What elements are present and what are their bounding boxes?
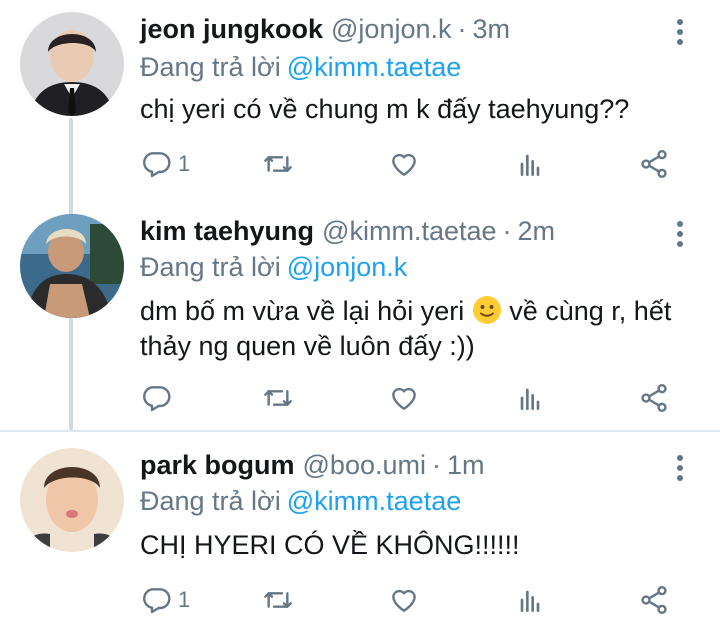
more-options-icon[interactable] xyxy=(670,218,690,250)
reply-icon xyxy=(143,588,171,614)
reply-icon xyxy=(143,152,171,178)
heart-icon xyxy=(392,589,416,612)
heart-icon xyxy=(392,153,416,176)
share-icon xyxy=(641,586,667,614)
retweet-button[interactable] xyxy=(262,380,294,416)
analytics-button[interactable] xyxy=(514,380,546,416)
mention-link[interactable]: @kimm.taetae xyxy=(287,52,461,82)
mention-link[interactable]: @kimm.taetae xyxy=(287,486,461,516)
replying-to: Đang trả lời @kimm.taetae xyxy=(140,52,461,83)
action-bar xyxy=(140,380,700,416)
tweet-jeon-jungkook[interactable]: jeon jungkook @jonjon.k · 3m Đang trả lờ… xyxy=(0,0,720,210)
replying-to-label: Đang trả lời xyxy=(140,52,281,82)
action-bar: 1 xyxy=(140,146,700,182)
share-button[interactable] xyxy=(638,146,670,182)
reply-button[interactable]: 1 xyxy=(140,582,190,618)
retweet-icon xyxy=(264,156,292,172)
reply-count: 1 xyxy=(178,151,191,176)
mention-link[interactable]: @jonjon.k xyxy=(287,252,407,282)
user-handle[interactable]: @boo.umi xyxy=(303,450,426,481)
replying-to: Đang trả lời @kimm.taetae xyxy=(140,486,461,517)
replying-to-label: Đang trả lời xyxy=(140,252,281,282)
analytics-button[interactable] xyxy=(514,582,546,618)
retweet-icon xyxy=(264,592,292,608)
display-name[interactable]: jeon jungkook xyxy=(140,14,323,45)
display-name[interactable]: kim taehyung xyxy=(140,216,314,247)
tweet-text: dm bố m vừa về lại hỏi yeri về cùng r, h… xyxy=(140,294,685,364)
analytics-icon xyxy=(520,388,540,410)
avatar[interactable] xyxy=(20,214,124,318)
separator-dot: · xyxy=(457,14,467,44)
timestamp[interactable]: 1m xyxy=(447,450,485,481)
tweet-header: park bogum @boo.umi · 1m xyxy=(140,450,485,486)
like-button[interactable] xyxy=(388,146,420,182)
separator-dot: · xyxy=(502,216,512,246)
avatar[interactable] xyxy=(20,448,124,552)
more-options-icon[interactable] xyxy=(670,16,690,48)
retweet-icon xyxy=(264,390,292,406)
share-button[interactable] xyxy=(638,582,670,618)
tweet-park-bogum[interactable]: park bogum @boo.umi · 1m Đang trả lời @ki… xyxy=(0,432,720,642)
tweet-text: chị yeri có về chung m k đấy taehyung?? xyxy=(140,94,630,124)
share-button[interactable] xyxy=(638,380,670,416)
tweet-text: CHỊ HYERI CÓ VỀ KHÔNG!!!!!! xyxy=(140,530,520,560)
reply-button[interactable]: 1 xyxy=(140,146,190,182)
action-bar: 1 xyxy=(140,582,700,618)
share-icon xyxy=(641,150,667,178)
avatar[interactable] xyxy=(20,12,124,116)
heart-icon xyxy=(392,387,416,410)
timestamp[interactable]: 2m xyxy=(518,216,556,247)
analytics-icon xyxy=(520,590,540,612)
more-options-icon[interactable] xyxy=(670,452,690,484)
analytics-icon xyxy=(520,154,540,176)
separator-dot: · xyxy=(431,450,441,480)
retweet-button[interactable] xyxy=(262,146,294,182)
replying-to-label: Đang trả lời xyxy=(140,486,281,516)
reply-button[interactable] xyxy=(140,380,178,416)
slightly-smiling-face-icon xyxy=(472,296,501,324)
like-button[interactable] xyxy=(388,582,420,618)
reply-count: 1 xyxy=(178,587,191,612)
tweet-header: jeon jungkook @jonjon.k · 3m xyxy=(140,14,510,50)
tweet-text-part: dm bố m vừa về lại hỏi yeri xyxy=(140,296,465,326)
like-button[interactable] xyxy=(388,380,420,416)
retweet-button[interactable] xyxy=(262,582,294,618)
display-name[interactable]: park bogum xyxy=(140,450,295,481)
analytics-button[interactable] xyxy=(514,146,546,182)
reply-icon xyxy=(143,386,171,412)
timestamp[interactable]: 3m xyxy=(473,14,511,45)
tweet-kim-taehyung[interactable]: kim taehyung @kimm.taetae · 2m Đang trả … xyxy=(0,210,720,428)
user-handle[interactable]: @jonjon.k xyxy=(331,14,451,45)
replying-to: Đang trả lời @jonjon.k xyxy=(140,252,407,283)
user-handle[interactable]: @kimm.taetae xyxy=(322,216,496,247)
tweet-header: kim taehyung @kimm.taetae · 2m xyxy=(140,216,555,252)
share-icon xyxy=(641,384,667,412)
